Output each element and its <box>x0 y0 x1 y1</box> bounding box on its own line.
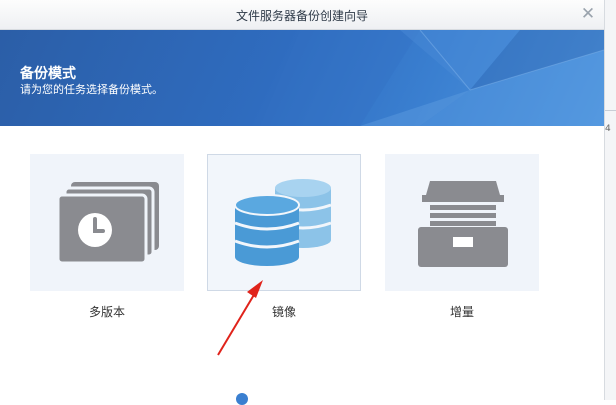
banner-subtitle: 请为您的任务选择备份模式。 <box>20 83 163 96</box>
close-icon[interactable]: ✕ <box>578 4 598 24</box>
background-window-edge <box>604 0 616 400</box>
mode-card-incremental[interactable] <box>385 154 539 291</box>
multi-version-clock-stack-icon <box>56 182 159 265</box>
mode-label-multi-version: 多版本 <box>88 305 125 319</box>
background-window-divider <box>605 110 616 111</box>
header-banner: 备份模式 请为您的任务选择备份模式。 <box>0 30 604 126</box>
mode-card-mirror[interactable] <box>207 154 361 291</box>
background-window-text: 4 <box>605 124 611 134</box>
dialog-title: 文件服务器备份创建向导 <box>235 9 368 23</box>
info-icon[interactable] <box>236 393 248 405</box>
archive-drawer-icon <box>418 181 508 267</box>
banner-title: 备份模式 <box>20 66 76 82</box>
mode-label-incremental: 增量 <box>449 305 474 319</box>
banner-polygon-decoration <box>260 30 604 126</box>
database-stack-icon <box>234 179 332 266</box>
mode-card-multi-version[interactable] <box>30 154 184 291</box>
mode-label-mirror: 镜像 <box>271 305 296 319</box>
dialog-titlebar: 文件服务器备份创建向导 ✕ <box>0 0 604 30</box>
